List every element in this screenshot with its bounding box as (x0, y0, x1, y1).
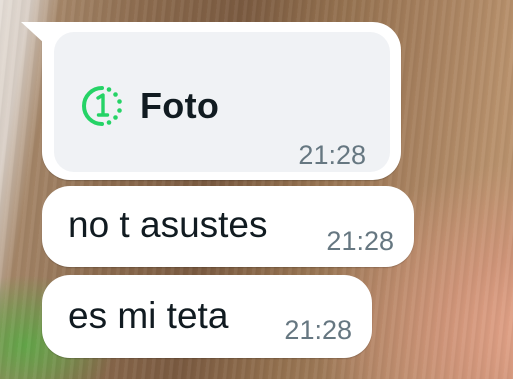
message-bubble-view-once-photo[interactable]: Foto 21:28 (21, 22, 401, 180)
bubble-tail (21, 22, 45, 44)
view-once-photo-card[interactable]: Foto 21:28 (54, 32, 390, 172)
view-once-icon (80, 84, 124, 128)
view-once-photo-row: Foto (80, 84, 219, 128)
message-timestamp: 21:28 (298, 140, 366, 170)
view-once-photo-label: Foto (140, 85, 220, 126)
message-text: es mi teta (68, 295, 229, 336)
message-bubble-text[interactable]: no t asustes 21:28 (42, 186, 414, 267)
message-timestamp: 21:28 (284, 315, 352, 345)
message-timestamp: 21:28 (326, 226, 394, 256)
message-bubble-text[interactable]: es mi teta 21:28 (42, 275, 372, 358)
message-text: no t asustes (68, 204, 268, 245)
